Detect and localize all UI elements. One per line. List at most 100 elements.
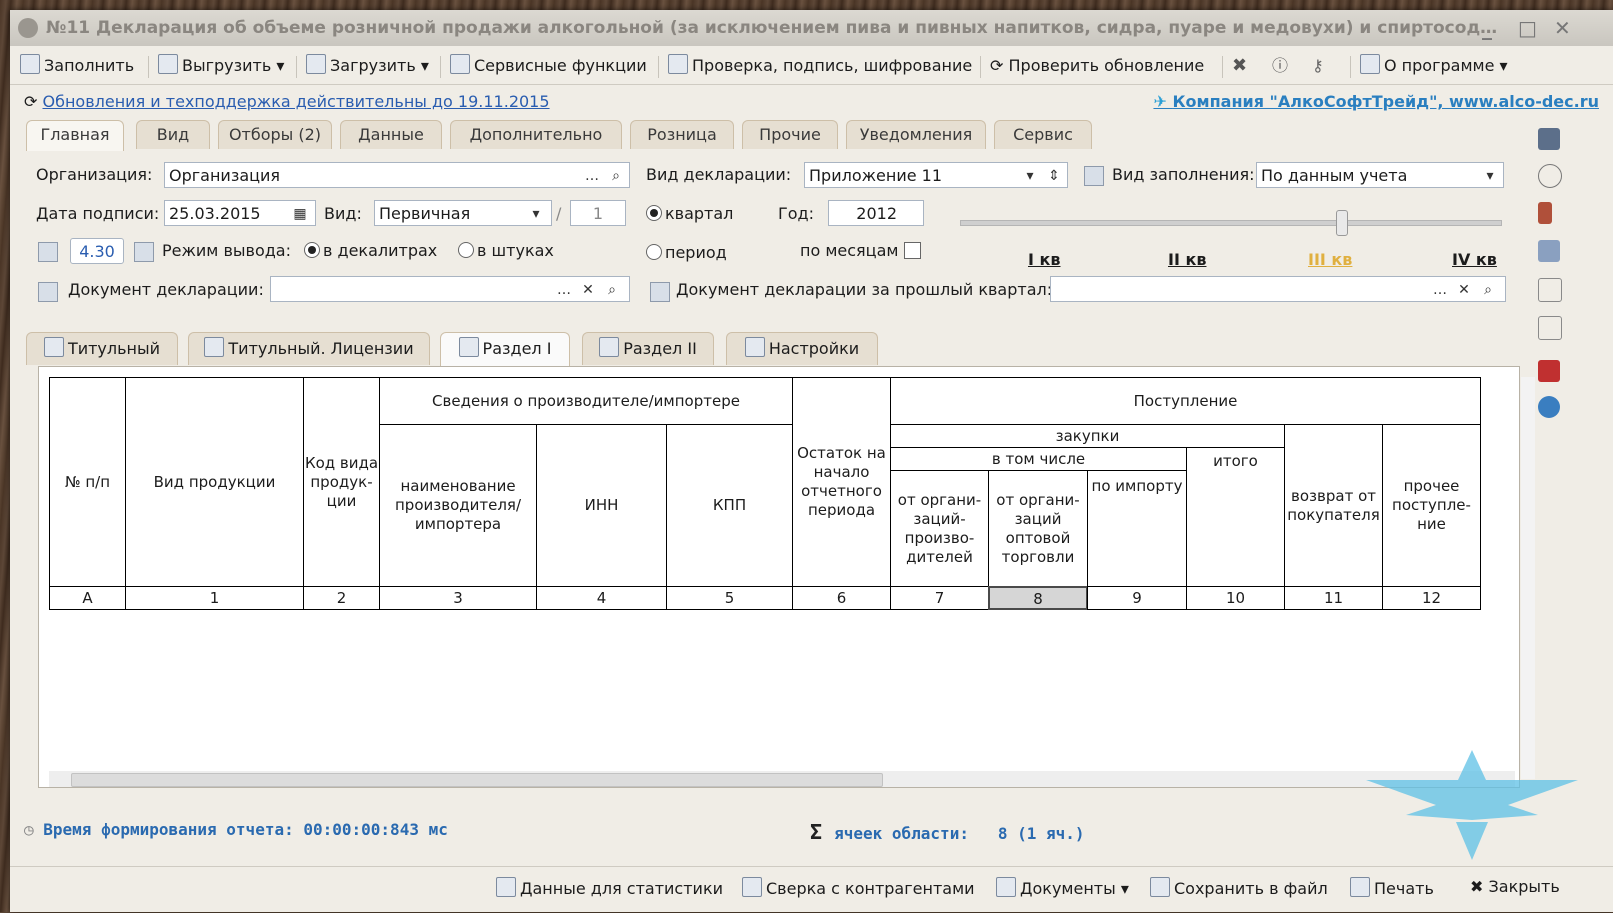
reconcile-icon xyxy=(742,877,762,897)
quarter-3-link[interactable]: III кв xyxy=(1308,250,1352,269)
import-button[interactable]: Загрузить ▾ xyxy=(306,52,429,80)
check-update-button[interactable]: ⟳ Проверить обновление xyxy=(990,52,1204,80)
help-icon[interactable]: ⓘ xyxy=(1272,52,1288,80)
close-button[interactable]: ✖ Закрыть xyxy=(1470,877,1560,896)
quarter-slider-knob[interactable] xyxy=(1336,210,1348,236)
tab-view[interactable]: Вид xyxy=(136,120,210,149)
statistics-icon xyxy=(496,877,516,897)
header-producer: Сведения о производителе/импортере xyxy=(379,377,793,425)
radio-period[interactable]: период xyxy=(646,243,727,262)
header-inn: ИНН xyxy=(536,424,667,587)
search-icon[interactable]: ⌕ xyxy=(601,277,623,301)
doc-label: Документ декларации: xyxy=(68,280,264,299)
select-button[interactable]: … xyxy=(581,163,603,187)
support-link[interactable]: Обновления и техподдержка действительны … xyxy=(43,92,550,111)
header-import: по импорту xyxy=(1087,470,1187,587)
spinner-icon[interactable]: ⇕ xyxy=(1043,163,1065,187)
prev-doc-field[interactable]: … ✕ ⌕ xyxy=(1050,276,1506,302)
search-icon[interactable]: ⌕ xyxy=(1477,277,1499,301)
documents-button[interactable]: Документы ▾ xyxy=(996,877,1129,898)
tab-settings[interactable]: Настройки xyxy=(726,332,878,365)
tab-title-sheet[interactable]: Титульный xyxy=(26,332,178,365)
eagle-logo-icon: ✈ xyxy=(1153,92,1173,111)
tab-service[interactable]: Сервис xyxy=(994,120,1092,149)
stamp-icon[interactable] xyxy=(1538,202,1552,224)
tab-retail[interactable]: Розница xyxy=(630,120,734,149)
tab-filters[interactable]: Отборы (2) xyxy=(218,120,332,149)
calendar-icon[interactable]: ▦ xyxy=(289,201,311,225)
quarter-2-link[interactable]: II кв xyxy=(1168,250,1206,269)
tab-notifications[interactable]: Уведомления xyxy=(846,120,986,149)
quarter-slider-track[interactable] xyxy=(960,220,1502,226)
report-grid[interactable]: № п/п Вид продукции Код вида продук-ции … xyxy=(38,366,1535,788)
org-field[interactable]: Организация … ⌕ xyxy=(164,162,630,188)
vertical-scrollbar[interactable] xyxy=(1521,377,1535,779)
tools-icon[interactable]: ✖ xyxy=(1232,52,1247,80)
chevron-down-icon[interactable]: ▾ xyxy=(1019,163,1041,187)
chevron-down-icon[interactable]: ▾ xyxy=(525,201,547,225)
correction-number[interactable]: 1 xyxy=(570,200,626,226)
radio-pieces[interactable]: в штуках xyxy=(458,241,554,260)
service-functions-button[interactable]: Сервисные функции xyxy=(450,52,647,80)
tab-additional[interactable]: Дополнительно xyxy=(450,120,622,149)
horizontal-scrollbar[interactable] xyxy=(49,771,1515,787)
col-num-11: 11 xyxy=(1284,586,1383,610)
sheet-icon xyxy=(458,337,479,357)
quarter-1-link[interactable]: I кв xyxy=(1028,250,1061,269)
quarter-4-link[interactable]: IV кв xyxy=(1452,250,1497,269)
tab-title-licenses[interactable]: Титульный. Лицензии xyxy=(188,332,430,365)
save-file-button[interactable]: Сохранить в файл xyxy=(1150,877,1328,898)
tab-main[interactable]: Главная xyxy=(26,120,124,151)
col-num-9: 9 xyxy=(1087,586,1187,610)
check-sign-encrypt-button[interactable]: Проверка, подпись, шифрование xyxy=(668,52,972,80)
about-button[interactable]: О программе ▾ xyxy=(1360,52,1508,80)
key-icon[interactable]: ⚷ xyxy=(1312,52,1324,80)
chart-icon[interactable] xyxy=(38,242,58,262)
fill-type-select[interactable]: По данным учета ▾ xyxy=(1256,162,1504,188)
calendar-icon[interactable] xyxy=(1538,240,1560,262)
radio-decaliters[interactable]: в декалитрах xyxy=(304,241,437,260)
print-button[interactable]: Печать xyxy=(1350,877,1434,898)
monthly-checkbox[interactable]: по месяцам xyxy=(800,241,921,260)
sync-icon[interactable] xyxy=(1538,396,1560,418)
pdf-icon[interactable] xyxy=(1538,360,1560,382)
tab-section-2[interactable]: Раздел II xyxy=(582,332,714,365)
doc-field[interactable]: … ✕ ⌕ xyxy=(270,276,630,302)
col-num-8-selected[interactable]: 8 xyxy=(988,586,1088,610)
kind-select[interactable]: Первичная ▾ xyxy=(374,200,552,226)
document-icon xyxy=(650,282,670,302)
fill-button[interactable]: Заполнить xyxy=(20,52,134,80)
statistics-button[interactable]: Данные для статистики xyxy=(496,877,723,898)
title-bar: №11 Декларация об объеме розничной прода… xyxy=(10,10,1613,46)
sign-date-field[interactable]: 25.03.2015 ▦ xyxy=(164,200,316,226)
chevron-down-icon[interactable]: ▾ xyxy=(1479,163,1501,187)
select-button[interactable]: … xyxy=(553,277,575,301)
layers-icon[interactable] xyxy=(1538,128,1560,150)
tab-data[interactable]: Данные xyxy=(340,120,442,149)
decl-type-select[interactable]: Приложение 11 ▾ ⇕ xyxy=(804,162,1068,188)
reconcile-button[interactable]: Сверка с контрагентами xyxy=(742,877,975,898)
check-list-icon[interactable] xyxy=(1538,316,1562,340)
tab-section-1[interactable]: Раздел I xyxy=(440,332,570,367)
close-window-button[interactable]: ✕ xyxy=(1554,10,1571,46)
check-document-icon xyxy=(668,54,688,74)
maximize-button[interactable]: □ xyxy=(1518,10,1537,46)
clock-icon[interactable] xyxy=(1538,164,1562,188)
header-kpp: КПП xyxy=(666,424,793,587)
minimize-button[interactable]: _ xyxy=(1482,10,1492,46)
clear-icon[interactable]: ✕ xyxy=(1453,277,1475,301)
version-button[interactable]: 4.30 xyxy=(70,238,124,264)
export-button[interactable]: Выгрузить ▾ xyxy=(158,52,284,80)
year-field[interactable]: 2012 xyxy=(828,200,924,226)
radio-quarter[interactable]: квартал xyxy=(646,204,733,223)
company-link[interactable]: ✈ Компания "АлкоСофтТрейд", www.alco-dec… xyxy=(1153,92,1599,111)
report-icon[interactable] xyxy=(1538,278,1562,302)
sheet-icon xyxy=(43,337,64,357)
tab-other[interactable]: Прочие xyxy=(742,120,838,149)
header-return: возврат от покупателя xyxy=(1284,424,1383,587)
search-icon[interactable]: ⌕ xyxy=(605,163,627,187)
select-button[interactable]: … xyxy=(1429,277,1451,301)
scroll-thumb[interactable] xyxy=(71,773,883,787)
clear-icon[interactable]: ✕ xyxy=(577,277,599,301)
header-num: № п/п xyxy=(49,377,126,587)
